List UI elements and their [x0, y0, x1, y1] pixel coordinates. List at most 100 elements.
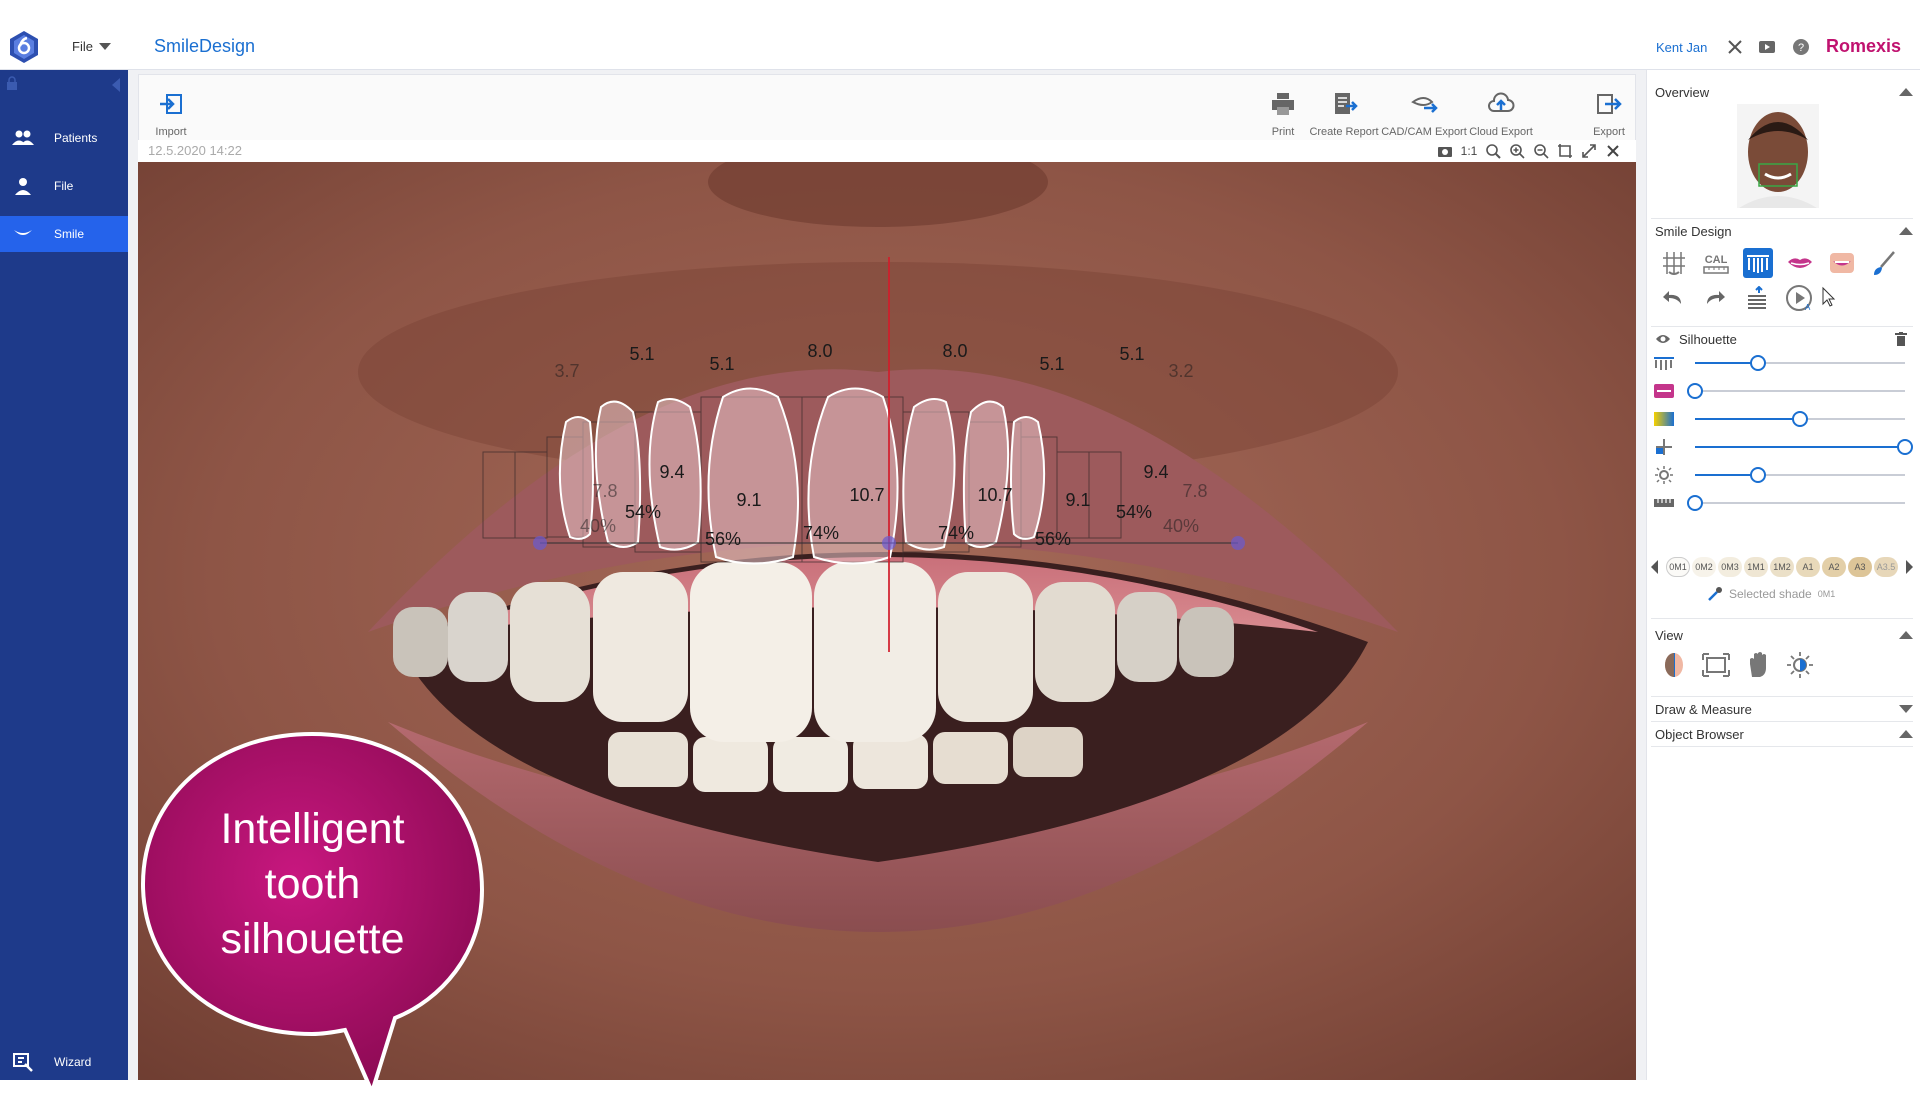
zoom-out-icon[interactable]	[1532, 142, 1550, 160]
brightness-slider[interactable]	[1651, 464, 1913, 486]
nav-item-patients[interactable]: Patients	[0, 120, 128, 156]
shade-chip[interactable]: 0M2	[1692, 557, 1716, 577]
left-nav: Patients File Smile Wizard	[0, 70, 128, 1080]
slider-knob[interactable]	[1687, 495, 1703, 511]
trash-icon[interactable]	[1895, 332, 1907, 346]
height-label: 10.7	[977, 485, 1012, 505]
zoom-fit-icon[interactable]	[1484, 142, 1502, 160]
shade-chip[interactable]: 0M3	[1718, 557, 1742, 577]
shade-chip[interactable]: 1M2	[1770, 557, 1794, 577]
line-handle[interactable]	[882, 536, 896, 550]
nav-item-file[interactable]: File	[0, 168, 128, 204]
undo-icon[interactable]	[1661, 286, 1685, 310]
height-label: 9.4	[659, 462, 684, 482]
app-logo-icon[interactable]	[8, 30, 40, 64]
shade-chip[interactable]: A3	[1848, 557, 1872, 577]
slider-track[interactable]	[1695, 474, 1905, 476]
slider-track[interactable]	[1695, 418, 1905, 420]
brush-icon[interactable]	[1869, 248, 1899, 278]
draw-measure-section-header[interactable]: Draw & Measure	[1651, 698, 1913, 720]
shade-next-icon[interactable]	[1906, 560, 1913, 574]
object-browser-section-header[interactable]: Object Browser	[1651, 723, 1913, 745]
image-header: 12.5.2020 14:22 1:1	[138, 140, 1636, 162]
ratio-label: 54%	[1116, 502, 1152, 522]
camera-icon[interactable]	[1436, 142, 1454, 160]
fit-to-view-icon[interactable]	[1701, 650, 1731, 680]
overview-label: Overview	[1655, 85, 1709, 100]
slider-fill	[1695, 446, 1905, 448]
slider-knob[interactable]	[1792, 411, 1808, 427]
slider-track[interactable]	[1695, 390, 1905, 392]
line-handle[interactable]	[1231, 536, 1245, 550]
shade-chip[interactable]: A1	[1796, 557, 1820, 577]
patient-face-thumbnail[interactable]	[1737, 104, 1819, 208]
close-image-icon[interactable]	[1604, 142, 1622, 160]
file-menu-label: File	[72, 39, 93, 54]
shade-chip[interactable]: A3.5	[1874, 557, 1898, 577]
face-overlay-icon[interactable]	[1659, 650, 1689, 680]
video-icon[interactable]	[1756, 36, 1778, 58]
cloud-upload-icon	[1487, 90, 1515, 118]
smile-design-section-header[interactable]: Smile Design	[1651, 220, 1913, 242]
shade-chip[interactable]: 0M1	[1666, 557, 1690, 577]
callout-line: silhouette	[140, 912, 485, 967]
lips-opacity-slider[interactable]	[1651, 380, 1913, 402]
mouth-mockup-icon[interactable]	[1827, 248, 1857, 278]
crop-icon[interactable]	[1556, 142, 1574, 160]
slider-knob[interactable]	[1897, 439, 1913, 455]
fullscreen-icon[interactable]	[1580, 142, 1598, 160]
width-slider[interactable]	[1651, 492, 1913, 514]
redo-icon[interactable]	[1703, 286, 1727, 310]
slider-knob[interactable]	[1750, 355, 1766, 371]
collapse-icon	[1899, 227, 1913, 235]
smile-icon	[11, 222, 35, 246]
tooth-library-icon[interactable]	[1743, 248, 1773, 278]
gum-line-slider[interactable]	[1651, 352, 1913, 374]
sharpness-slider[interactable]	[1651, 436, 1913, 458]
auto-play-icon[interactable]: A	[1785, 284, 1813, 312]
eye-icon[interactable]	[1655, 333, 1671, 345]
collapse-nav-icon[interactable]	[112, 78, 120, 92]
slider-track[interactable]	[1695, 502, 1905, 504]
grid-face-icon[interactable]	[1659, 248, 1689, 278]
help-icon[interactable]: ?	[1790, 36, 1812, 58]
shade-prev-icon[interactable]	[1651, 560, 1658, 574]
user-name[interactable]: Kent Jan	[1656, 40, 1707, 55]
color-gradient-slider[interactable]	[1651, 408, 1913, 430]
slider-knob[interactable]	[1687, 383, 1703, 399]
silhouette-layer-header[interactable]: Silhouette	[1651, 328, 1913, 350]
shade-chip[interactable]: 1M1	[1744, 557, 1768, 577]
patients-icon	[11, 126, 35, 150]
import-label: Import	[155, 126, 186, 138]
view-section-header[interactable]: View	[1651, 624, 1913, 646]
width-label: 5.1	[1039, 354, 1064, 374]
lips-icon[interactable]	[1785, 248, 1815, 278]
gum-line-icon	[1653, 354, 1675, 372]
slider-track[interactable]	[1695, 362, 1905, 364]
ratio-label: 56%	[1035, 529, 1071, 549]
actual-size-button[interactable]: 1:1	[1460, 142, 1478, 160]
file-menu[interactable]: File	[72, 39, 111, 54]
line-handle[interactable]	[533, 536, 547, 550]
calibration-icon[interactable]: CAL	[1701, 248, 1731, 278]
list-reorder-icon[interactable]	[1745, 286, 1769, 310]
eyedropper-icon[interactable]	[1707, 586, 1723, 602]
pan-hand-icon[interactable]	[1743, 650, 1773, 680]
print-label: Print	[1272, 126, 1295, 138]
report-icon	[1330, 90, 1358, 118]
cadcam-export-icon	[1410, 90, 1438, 118]
callout-line: Intelligent	[140, 802, 485, 857]
lock-icon[interactable]	[6, 76, 18, 90]
slider-knob[interactable]	[1750, 467, 1766, 483]
close-icon[interactable]	[1724, 36, 1746, 58]
zoom-in-icon[interactable]	[1508, 142, 1526, 160]
nav-item-smile[interactable]: Smile	[0, 216, 128, 252]
overview-section-header[interactable]: Overview	[1651, 81, 1913, 103]
image-adjust-icon[interactable]	[1785, 650, 1815, 680]
move-icon	[1653, 438, 1675, 456]
shade-chip[interactable]: A2	[1822, 557, 1846, 577]
chevron-down-icon	[99, 43, 111, 50]
slider-track[interactable]	[1695, 446, 1905, 448]
nav-item-wizard[interactable]: Wizard	[0, 1044, 128, 1080]
nav-item-label: File	[54, 179, 73, 193]
